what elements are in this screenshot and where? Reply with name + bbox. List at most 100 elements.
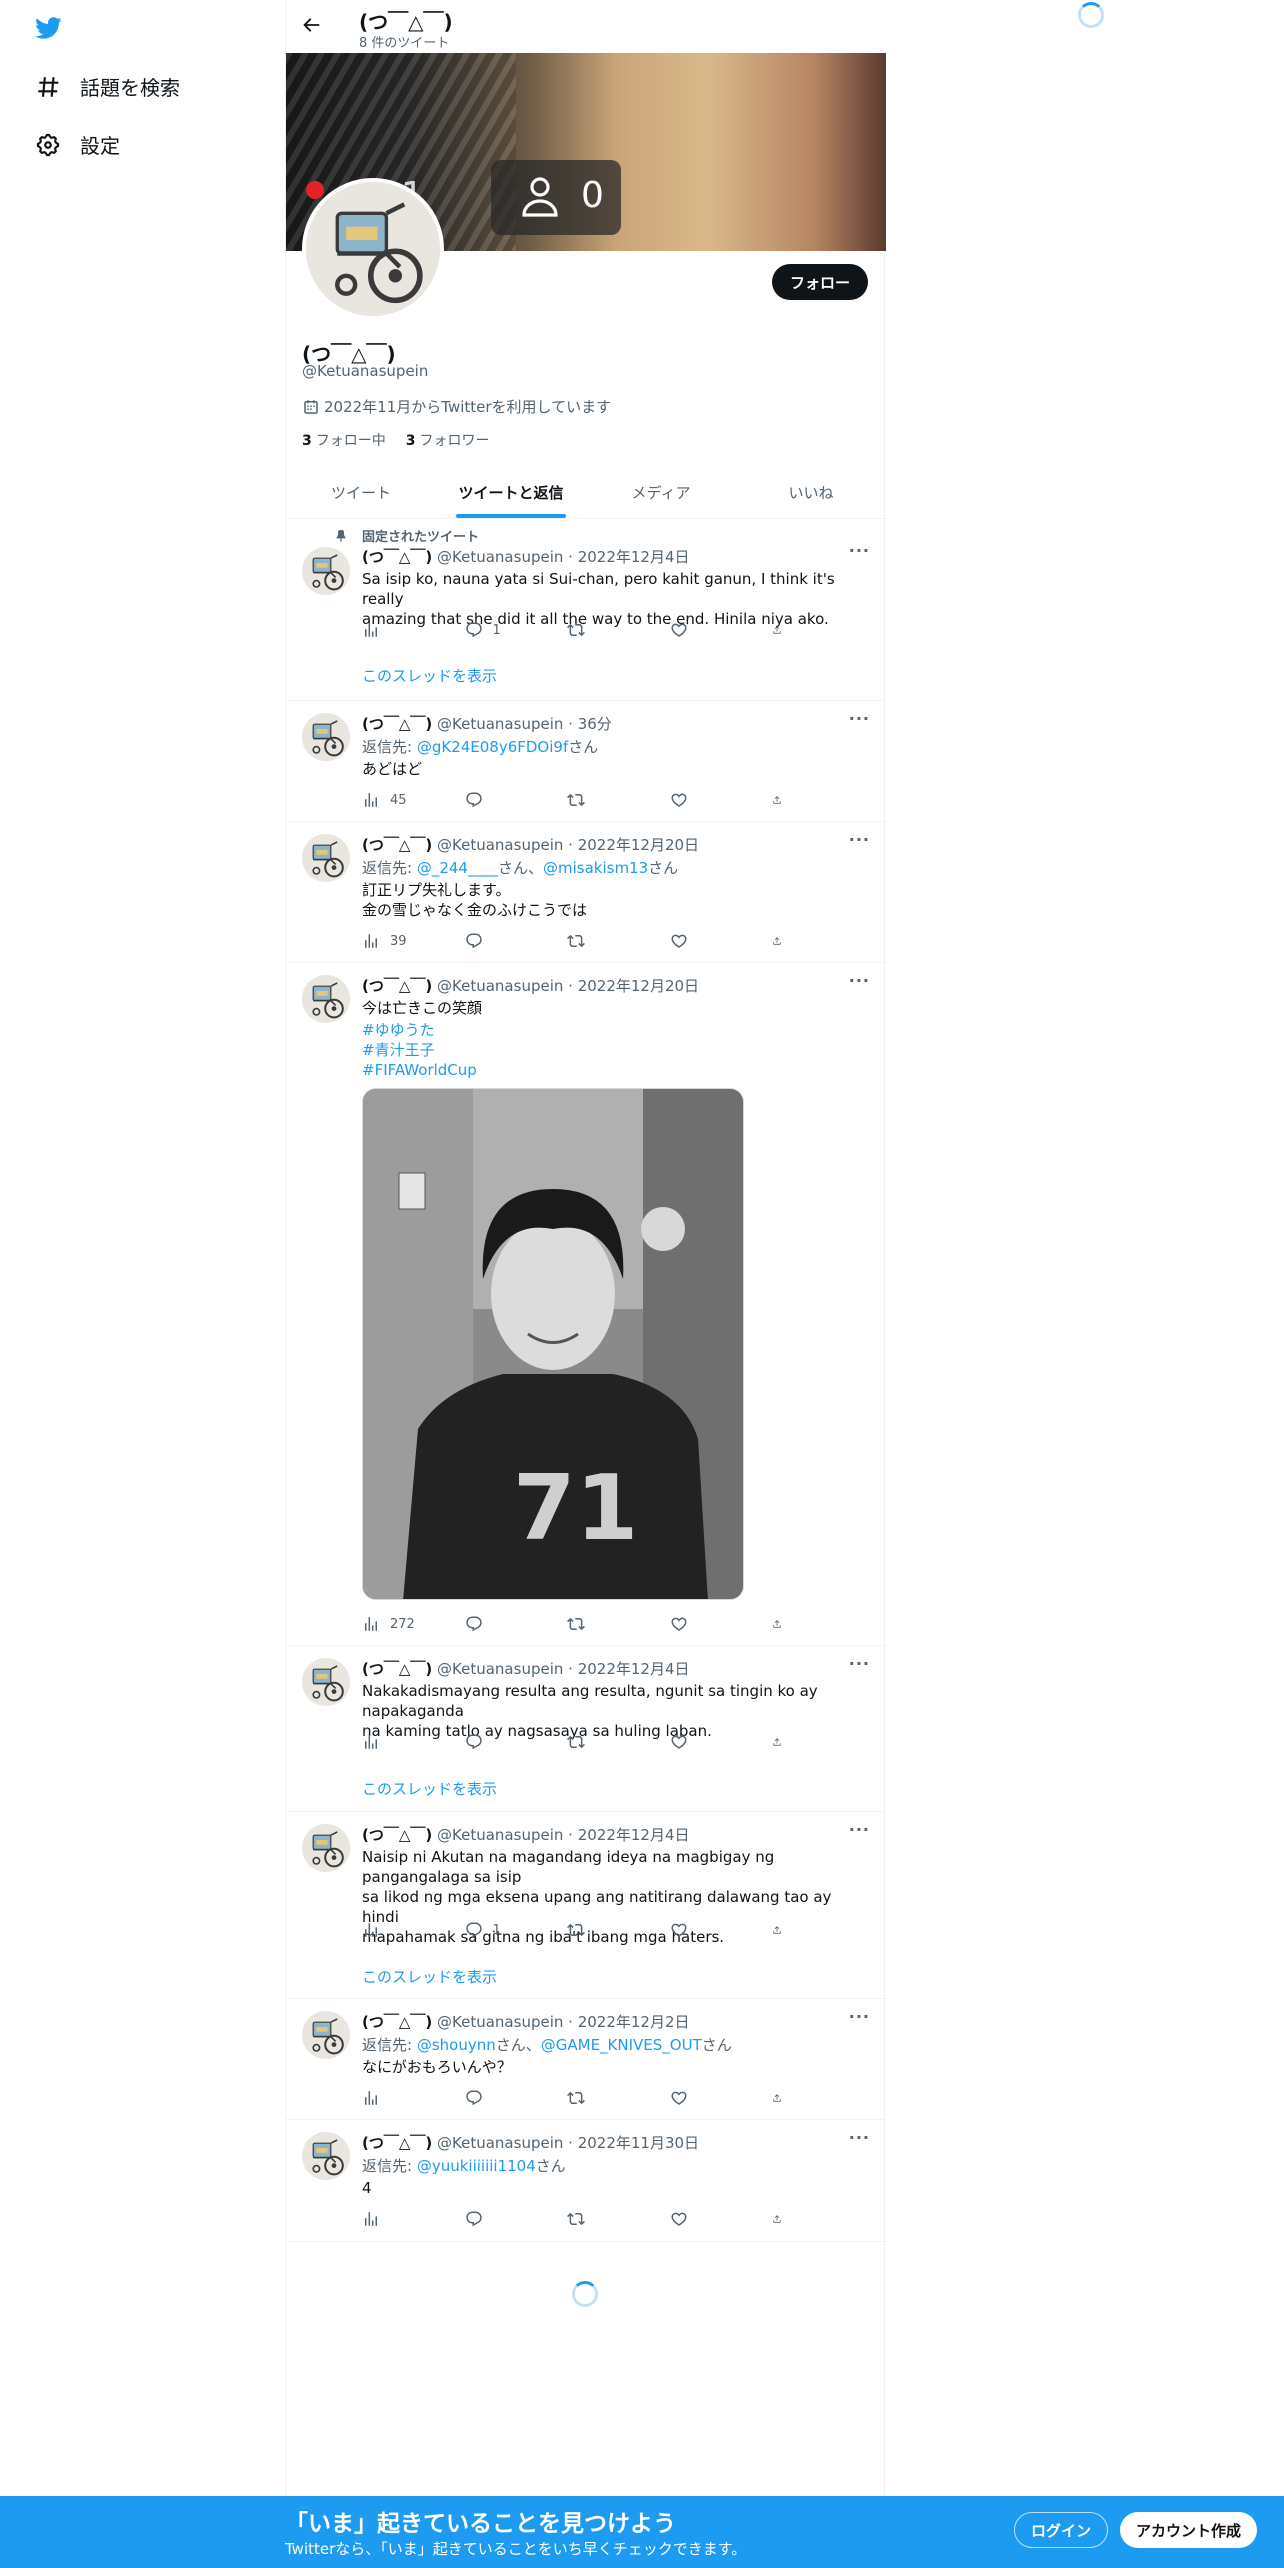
like-button[interactable] [670,1615,740,1633]
avatar[interactable] [302,1658,350,1706]
share-button[interactable] [772,932,792,950]
tab-media[interactable]: メディア [586,466,736,518]
retweet-button[interactable] [567,621,637,639]
views-button[interactable] [362,2089,432,2107]
reply-button[interactable] [465,2089,535,2107]
retweet-button[interactable] [567,791,637,809]
tweet-item[interactable]: ··· (つ￣△￣) @Ketuanasupein · 36分 返信先: @gK… [286,701,886,822]
reply-to-mention[interactable]: @misakism13 [543,859,648,877]
follow-button[interactable]: フォロー [771,264,868,300]
share-button[interactable] [772,621,792,639]
reply-button[interactable] [465,1615,535,1633]
tweet-author-name[interactable]: (つ￣△￣) [362,715,432,733]
views-button[interactable]: 39 [362,932,432,950]
avatar[interactable] [302,547,350,595]
like-button[interactable] [670,1733,740,1751]
reply-button[interactable] [465,932,535,950]
like-button[interactable] [670,1921,740,1939]
tweet-item[interactable]: ··· (つ￣△￣) @Ketuanasupein · 2022年12月4日 N… [286,1812,886,1999]
views-button[interactable] [362,621,432,639]
show-thread-link[interactable]: このスレッドを表示 [362,1966,497,1987]
reply-to-mention[interactable]: @_244____ [417,859,498,877]
share-button[interactable] [772,791,792,809]
tweet-item[interactable]: ··· (つ￣△￣) @Ketuanasupein · 2022年12月20日 … [286,822,886,963]
like-button[interactable] [670,791,740,809]
avatar[interactable] [302,2132,350,2180]
reply-to-mention[interactable]: @gK24E08y6FDOi9f [417,738,568,756]
like-button[interactable] [670,621,740,639]
reply-to-mention[interactable]: @GAME_KNIVES_OUT [541,2036,702,2054]
share-button[interactable] [772,2089,792,2107]
retweet-button[interactable] [567,1921,637,1939]
avatar[interactable] [302,2011,350,2059]
views-button[interactable] [362,1733,432,1751]
retweet-button[interactable] [567,2210,637,2228]
tweet-author-name[interactable]: (つ￣△￣) [362,1660,432,1678]
retweet-button[interactable] [567,1733,637,1751]
tweet-time[interactable]: 2022年12月4日 [578,1826,690,1844]
tweet-author-handle[interactable]: @Ketuanasupein [437,1660,563,1678]
show-thread-link[interactable]: このスレッドを表示 [362,665,497,686]
like-button[interactable] [670,932,740,950]
views-button[interactable]: 45 [362,791,432,809]
like-button[interactable] [670,2210,740,2228]
tab-likes[interactable]: いいね [736,466,886,518]
share-button[interactable] [772,1615,792,1633]
back-arrow-icon[interactable] [300,14,324,38]
avatar[interactable] [302,713,350,761]
tweet-item[interactable]: ··· (つ￣△￣) @Ketuanasupein · 2022年11月30日 … [286,2120,886,2242]
reply-to-mention[interactable]: @shouynn [417,2036,496,2054]
hashtag-link[interactable]: #ゆゆうた [362,1021,435,1039]
tweet-author-name[interactable]: (つ￣△￣) [362,2134,432,2152]
profile-avatar[interactable] [302,178,444,320]
nav-settings[interactable]: 設定 [34,130,120,159]
views-button[interactable] [362,1921,432,1939]
tweet-author-name[interactable]: (つ￣△￣) [362,2013,432,2031]
tweet-author-handle[interactable]: @Ketuanasupein [437,548,563,566]
tab-tweets-and-replies[interactable]: ツイートと返信 [436,466,586,518]
reply-to-mention[interactable]: @yuukiiiiiii1104 [417,2157,536,2175]
hashtag-link[interactable]: #FIFAWorldCup [362,1061,477,1079]
tweet-author-name[interactable]: (つ￣△￣) [362,1826,432,1844]
reply-button[interactable] [465,1733,535,1751]
avatar[interactable] [302,834,350,882]
twitter-logo-icon[interactable] [32,14,64,42]
tweet-item[interactable]: 固定されたツイート ··· (つ￣△￣) @Ketuanasupein · 20… [286,519,886,701]
tweet-author-name[interactable]: (つ￣△￣) [362,548,432,566]
signup-button[interactable]: アカウント作成 [1120,2512,1258,2548]
tweet-author-handle[interactable]: @Ketuanasupein [437,1826,563,1844]
share-button[interactable] [772,2210,792,2228]
nav-explore[interactable]: 話題を検索 [34,72,180,101]
tweet-author-handle[interactable]: @Ketuanasupein [437,836,563,854]
tweet-time[interactable]: 2022年12月20日 [578,836,699,854]
tweet-author-handle[interactable]: @Ketuanasupein [437,2134,563,2152]
tweet-author-name[interactable]: (つ￣△￣) [362,836,432,854]
like-button[interactable] [670,2089,740,2107]
views-button[interactable]: 272 [362,1615,432,1633]
views-button[interactable] [362,2210,432,2228]
reply-button[interactable] [465,791,535,809]
tweet-time[interactable]: 2022年12月4日 [578,548,690,566]
avatar[interactable] [302,1824,350,1872]
tweet-item[interactable]: ··· (つ￣△￣) @Ketuanasupein · 2022年12月2日 返… [286,1999,886,2120]
share-button[interactable] [772,1733,792,1751]
tweet-time[interactable]: 2022年12月4日 [578,1660,690,1678]
retweet-button[interactable] [567,2089,637,2107]
retweet-button[interactable] [567,932,637,950]
tweet-author-handle[interactable]: @Ketuanasupein [437,977,563,995]
share-button[interactable] [772,1921,792,1939]
tweet-author-handle[interactable]: @Ketuanasupein [437,715,563,733]
tweet-time[interactable]: 2022年12月2日 [578,2013,690,2031]
tab-tweets[interactable]: ツイート [286,466,436,518]
tweet-item[interactable]: ··· (つ￣△￣) @Ketuanasupein · 2022年12月20日 … [286,963,886,1646]
tweet-item[interactable]: ··· (つ￣△￣) @Ketuanasupein · 2022年12月4日 N… [286,1646,886,1812]
retweet-button[interactable] [567,1615,637,1633]
tweet-time[interactable]: 2022年12月20日 [578,977,699,995]
login-button[interactable]: ログイン [1014,2512,1109,2548]
followers-link[interactable]: 3 フォロワー [406,430,490,450]
show-thread-link[interactable]: このスレッドを表示 [362,1778,497,1799]
hashtag-link[interactable]: #青汁王子 [362,1041,435,1059]
tweet-author-handle[interactable]: @Ketuanasupein [437,2013,563,2031]
following-link[interactable]: 3 フォロー中 [302,430,386,450]
reply-button[interactable] [465,2210,535,2228]
